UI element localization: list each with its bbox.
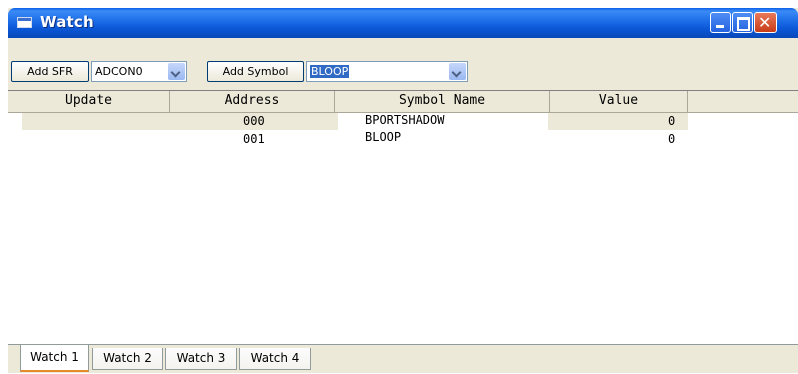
window-icon <box>17 17 32 28</box>
title-bar[interactable]: Watch <box>8 8 798 38</box>
tab-watch-3[interactable]: Watch 3 <box>165 348 237 370</box>
tab-watch-1[interactable]: Watch 1 <box>20 345 89 372</box>
watch-tabs: Watch 1 Watch 2 Watch 3 Watch 4 <box>8 344 798 374</box>
column-header-update[interactable]: Update <box>8 91 170 113</box>
column-header-filler <box>688 91 798 113</box>
watch-window: Watch Add SFR ADCON0 Add Symbol BLOOP Up… <box>8 8 798 373</box>
tab-watch-4[interactable]: Watch 4 <box>239 348 311 370</box>
address-cell: 001 <box>243 132 265 146</box>
watch-list[interactable]: Update Address Symbol Name Value 000 BPO… <box>8 90 798 345</box>
column-header-symbol-name[interactable]: Symbol Name <box>335 91 550 113</box>
update-cell <box>22 131 170 148</box>
add-symbol-button[interactable]: Add Symbol <box>207 61 304 82</box>
symbol-cell: BPORTSHADOW <box>365 113 445 127</box>
close-button[interactable] <box>754 12 777 33</box>
sfr-select-value: ADCON0 <box>95 65 143 78</box>
value-cell: 0 <box>668 114 676 128</box>
chevron-down-icon[interactable] <box>449 63 466 80</box>
value-cell: 0 <box>668 132 676 146</box>
minimize-button[interactable] <box>710 12 731 33</box>
symbol-select[interactable]: BLOOP <box>306 61 468 82</box>
column-header-value[interactable]: Value <box>550 91 688 113</box>
chevron-down-icon[interactable] <box>168 63 185 80</box>
column-header-address[interactable]: Address <box>170 91 335 113</box>
symbol-cell: BLOOP <box>365 130 402 144</box>
symbol-select-value[interactable]: BLOOP <box>310 65 350 78</box>
tab-watch-2[interactable]: Watch 2 <box>92 348 163 370</box>
maximize-button[interactable] <box>732 12 753 33</box>
toolbar: Add SFR ADCON0 Add Symbol BLOOP <box>8 38 798 90</box>
update-cell <box>22 113 170 130</box>
sfr-select[interactable]: ADCON0 <box>91 61 187 82</box>
add-sfr-button[interactable]: Add SFR <box>11 61 89 82</box>
address-cell: 000 <box>243 114 265 128</box>
window-title: Watch <box>40 13 94 31</box>
